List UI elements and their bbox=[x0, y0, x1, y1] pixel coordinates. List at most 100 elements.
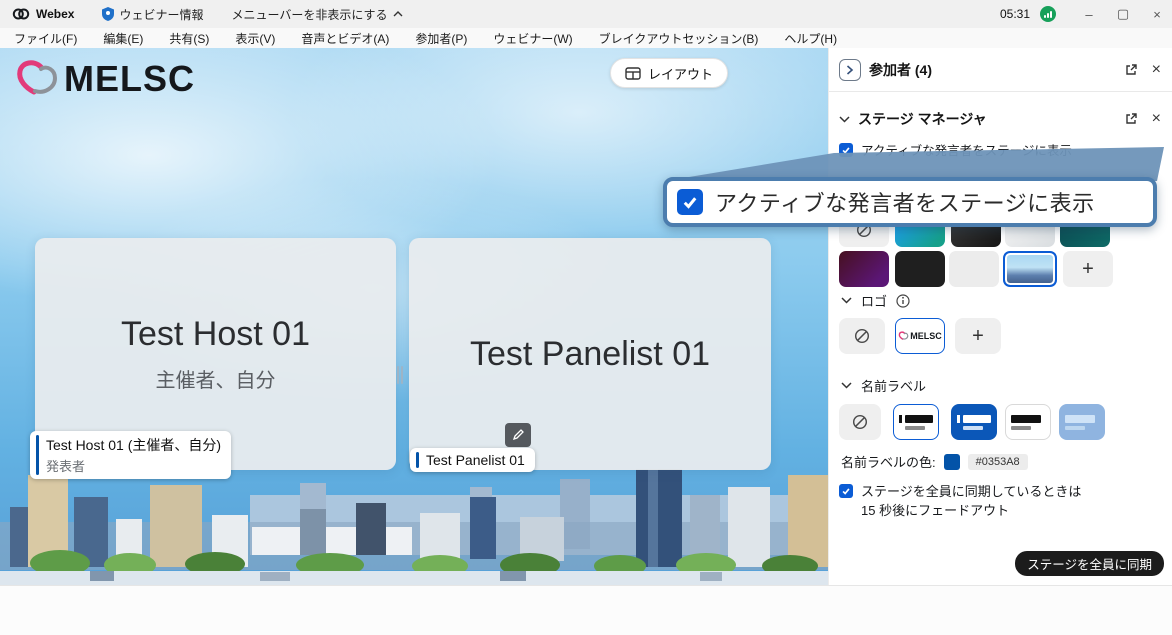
video-stage: MELSC レイアウト Test Host 01 主催者、自分 Test Pan… bbox=[0, 48, 828, 585]
tile-resize-handle[interactable] bbox=[397, 366, 405, 384]
webex-rings-icon bbox=[12, 7, 30, 21]
melsc-heart-icon bbox=[898, 331, 909, 341]
none-circle-slash-icon bbox=[853, 327, 871, 345]
magnified-checkbox-callout: アクティブな発言者をステージに表示 bbox=[663, 177, 1157, 227]
city-skyline bbox=[0, 467, 828, 585]
name-label-style1-selected[interactable] bbox=[893, 404, 939, 440]
name-label-accent-bar bbox=[36, 435, 39, 475]
host-tile-role: 主催者、自分 bbox=[156, 364, 276, 393]
close-panel-icon[interactable]: × bbox=[1152, 110, 1161, 128]
background-thumb-sky-selected[interactable] bbox=[1003, 251, 1057, 287]
right-sidebar: 参加者 (4) × ステージ マネージャ × bbox=[828, 48, 1172, 585]
panelist-name-label: Test Panelist 01 bbox=[410, 448, 535, 472]
webinar-info-button[interactable]: ウェビナー情報 bbox=[102, 6, 203, 23]
collapse-section-icon[interactable] bbox=[839, 116, 850, 123]
close-panel-icon[interactable]: × bbox=[1152, 61, 1161, 79]
menu-help[interactable]: ヘルプ(H) bbox=[784, 30, 837, 47]
control-bar: ミュート解除 ビデオの開始 共有 bbox=[0, 585, 1172, 635]
name-label-color-row: 名前ラベルの色: #0353A8 bbox=[841, 452, 1028, 471]
layout-button-label: レイアウト bbox=[648, 64, 713, 83]
logo-tile-text: MELSC bbox=[910, 331, 942, 341]
brand-text: MELSC bbox=[64, 58, 195, 100]
name-label-style2[interactable] bbox=[951, 404, 997, 440]
stage-manager-panel-header: ステージ マネージャ × bbox=[829, 100, 1172, 138]
add-logo-button[interactable]: + bbox=[955, 318, 1001, 354]
hide-menubar-button[interactable]: メニューバーを非表示にする bbox=[231, 6, 402, 23]
host-label-name: Test Host 01 (主催者、自分) bbox=[46, 435, 221, 455]
meeting-timer: 05:31 bbox=[1000, 7, 1030, 21]
layout-grid-icon bbox=[625, 67, 641, 80]
collapse-section-icon[interactable] bbox=[841, 297, 852, 304]
chevron-right-icon bbox=[846, 65, 854, 75]
checkbox-checked-icon bbox=[677, 189, 703, 215]
logo-section-header: ロゴ bbox=[841, 291, 910, 310]
hide-menubar-label: メニューバーを非表示にする bbox=[231, 6, 387, 23]
popout-icon[interactable] bbox=[1124, 112, 1138, 126]
color-value: #0353A8 bbox=[968, 454, 1028, 470]
active-speaker-label: アクティブな発言者をステージに表示 bbox=[861, 140, 1072, 159]
name-label-style4[interactable] bbox=[1059, 404, 1105, 440]
title-bar: Webex ウェビナー情報 メニューバーを非表示にする 05:31 – ▢ × bbox=[0, 0, 1172, 28]
menu-participants[interactable]: 参加者(P) bbox=[415, 30, 467, 47]
logo-none-button[interactable] bbox=[839, 318, 885, 354]
sync-stage-button[interactable]: ステージを全員に同期 bbox=[1015, 551, 1164, 576]
close-button[interactable]: × bbox=[1142, 0, 1172, 28]
logo-melsc-button-selected[interactable]: MELSC bbox=[895, 318, 945, 354]
add-background-button[interactable]: + bbox=[1063, 251, 1113, 287]
host-label-role: 発表者 bbox=[46, 456, 221, 475]
host-tile-name: Test Host 01 bbox=[121, 315, 310, 354]
color-swatch[interactable] bbox=[944, 454, 960, 470]
menu-file[interactable]: ファイル(F) bbox=[14, 30, 77, 47]
webex-window: Webex ウェビナー情報 メニューバーを非表示にする 05:31 – ▢ × bbox=[0, 0, 1172, 635]
menu-share[interactable]: 共有(S) bbox=[169, 30, 209, 47]
background-thumb-gray[interactable] bbox=[949, 251, 999, 287]
name-label-color-label: 名前ラベルの色: bbox=[841, 452, 936, 471]
host-name-label: Test Host 01 (主催者、自分) 発表者 bbox=[30, 431, 231, 479]
panelist-tile-name: Test Panelist 01 bbox=[470, 335, 710, 374]
popout-icon[interactable] bbox=[1124, 63, 1138, 77]
checkbox-checked-icon[interactable] bbox=[839, 484, 853, 498]
webinar-info-label: ウェビナー情報 bbox=[119, 6, 203, 23]
name-label-style3[interactable] bbox=[1005, 404, 1051, 440]
menu-view[interactable]: 表示(V) bbox=[235, 30, 275, 47]
maximize-button[interactable]: ▢ bbox=[1108, 0, 1138, 28]
pencil-icon bbox=[512, 429, 524, 441]
background-thumb-plum[interactable] bbox=[839, 251, 889, 287]
app-name: Webex bbox=[36, 7, 74, 21]
chevron-up-icon bbox=[393, 11, 403, 17]
name-label-none-button[interactable] bbox=[839, 404, 881, 440]
callout-label: アクティブな発言者をステージに表示 bbox=[715, 186, 1095, 218]
menu-bar: ファイル(F) 編集(E) 共有(S) 表示(V) 音声とビデオ(A) 参加者(… bbox=[0, 28, 1172, 48]
video-tile-panelist[interactable]: Test Panelist 01 bbox=[409, 238, 771, 470]
stage-manager-title: ステージ マネージャ bbox=[858, 109, 987, 129]
network-quality-icon bbox=[1040, 6, 1056, 22]
logo-section-title: ロゴ bbox=[861, 291, 887, 310]
participants-panel-title: 参加者 (4) bbox=[869, 60, 932, 80]
expand-panel-button[interactable] bbox=[839, 59, 861, 81]
collapse-section-icon[interactable] bbox=[841, 382, 852, 389]
menu-audio-video[interactable]: 音声とビデオ(A) bbox=[301, 30, 389, 47]
sync-checkbox-line2: 15 秒後にフェードアウト bbox=[861, 501, 1081, 520]
sync-checkbox-line1: ステージを全員に同期しているときは bbox=[861, 482, 1081, 501]
minimize-button[interactable]: – bbox=[1074, 0, 1104, 28]
checkbox-checked-icon[interactable] bbox=[839, 143, 853, 157]
participants-panel-header: 参加者 (4) × bbox=[829, 48, 1172, 92]
menu-breakout[interactable]: ブレイクアウトセッション(B) bbox=[599, 30, 759, 47]
sync-fadeout-checkbox-row[interactable]: ステージを全員に同期しているときは 15 秒後にフェードアウト bbox=[839, 482, 1081, 520]
name-label-accent-bar bbox=[416, 452, 419, 468]
panelist-label-name: Test Panelist 01 bbox=[426, 452, 525, 468]
active-speaker-checkbox-row[interactable]: アクティブな発言者をステージに表示 bbox=[839, 140, 1072, 159]
layout-button[interactable]: レイアウト bbox=[610, 58, 728, 88]
name-label-section-header: 名前ラベル bbox=[841, 376, 926, 395]
shield-icon bbox=[102, 7, 114, 21]
name-label-section-title: 名前ラベル bbox=[861, 376, 926, 395]
background-thumb-black[interactable] bbox=[895, 251, 945, 287]
melsc-brand-logo: MELSC bbox=[14, 58, 195, 100]
menu-webinar[interactable]: ウェビナー(W) bbox=[493, 30, 572, 47]
menu-edit[interactable]: 編集(E) bbox=[103, 30, 143, 47]
edit-label-button[interactable] bbox=[505, 423, 531, 447]
melsc-heart-icon bbox=[14, 58, 60, 100]
webex-logo: Webex bbox=[12, 7, 74, 21]
none-circle-slash-icon bbox=[851, 413, 869, 431]
info-icon[interactable] bbox=[896, 294, 910, 308]
